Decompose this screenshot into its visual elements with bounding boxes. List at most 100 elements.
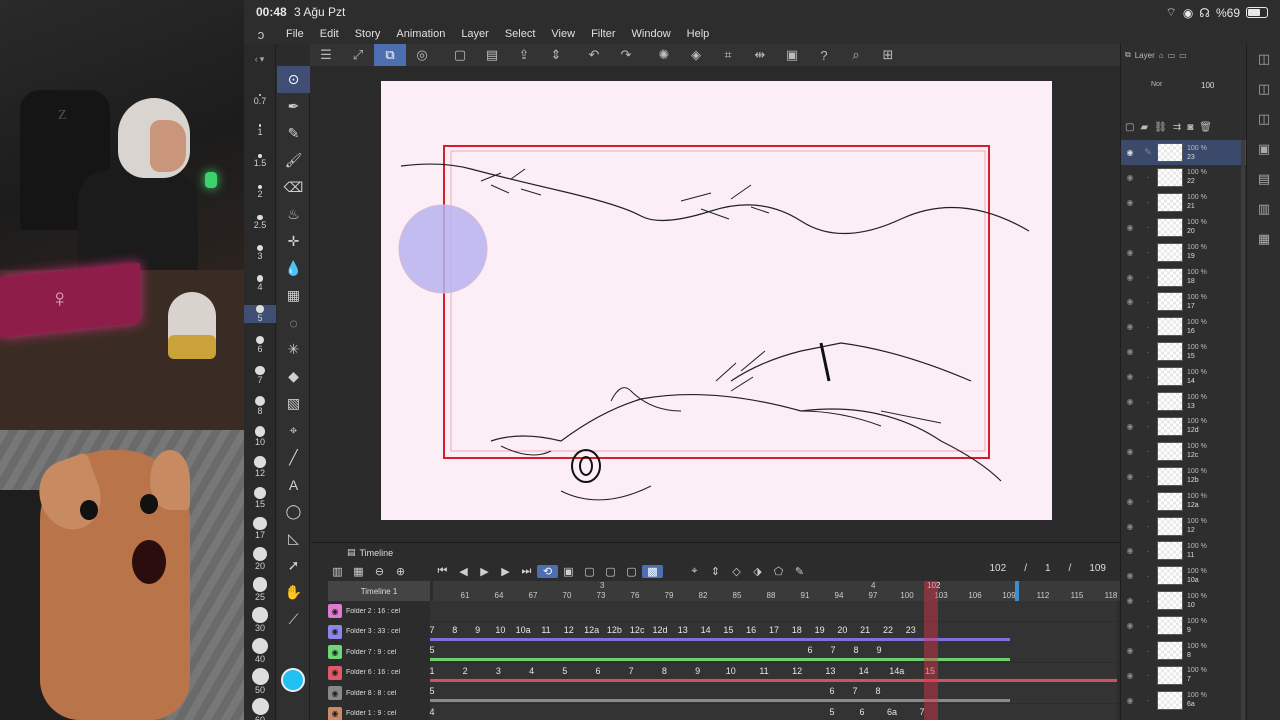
- layer-item[interactable]: ◉ · 100 % 6a: [1121, 688, 1247, 713]
- cel-label[interactable]: 2: [463, 666, 468, 676]
- lock-slot-icon[interactable]: ·: [1139, 372, 1157, 382]
- blend-mode-select[interactable]: Nor: [1151, 81, 1162, 88]
- eye-icon[interactable]: ◉: [328, 686, 342, 700]
- eye-icon[interactable]: ◉: [328, 645, 342, 659]
- track-cells[interactable]: 7 8 9 10 10a 11 12 12a 12b 12c 12d 13 14 15 16 17 18 19 20…: [429, 621, 1117, 642]
- layer-item[interactable]: ◉ · 100 % 20: [1121, 215, 1247, 240]
- lock-slot-icon[interactable]: ·: [1139, 621, 1157, 631]
- cel-label[interactable]: 7: [629, 666, 634, 676]
- eye-icon[interactable]: ◉: [1121, 646, 1139, 655]
- delete-layer-icon[interactable]: 🗑: [1199, 122, 1212, 133]
- brush-size-option[interactable]: 6: [244, 335, 276, 354]
- cel-label[interactable]: 1: [429, 666, 434, 676]
- layer-tab-icon[interactable]: ⧉: [1125, 50, 1131, 60]
- layer-item[interactable]: ◉ · 100 % 22: [1121, 165, 1247, 190]
- track-cells[interactable]: [430, 601, 1117, 621]
- redo-icon[interactable]: ↷: [610, 44, 642, 66]
- timeline-track[interactable]: ◉ Folder 1 : 9 : cel 4 5 6 6a 7: [328, 703, 1120, 720]
- track-cells[interactable]: 5 6 7 8: [429, 683, 1117, 703]
- brush-size-option[interactable]: 15: [244, 486, 276, 509]
- page-manager-icon[interactable]: ▣: [776, 44, 808, 66]
- eye-icon[interactable]: ◉: [1121, 571, 1139, 580]
- last-frame-icon[interactable]: ⏭: [516, 565, 537, 578]
- previous-frame-icon[interactable]: ◀: [453, 565, 474, 578]
- ruler-tool-icon[interactable]: ◺: [277, 525, 310, 552]
- timeline-track[interactable]: ◉ Folder 6 : 16 : cel 1 2 3 4 5 6 7 8 9 10 11 12 13 14 1…: [328, 662, 1120, 683]
- cel-label[interactable]: 6: [807, 645, 812, 655]
- eye-icon[interactable]: ◉: [1121, 248, 1139, 257]
- save-icon[interactable]: ⇪: [508, 44, 540, 66]
- cel-label[interactable]: 6: [595, 666, 600, 676]
- assign-cel-icon[interactable]: ▢: [579, 565, 600, 578]
- menu-help[interactable]: Help: [679, 28, 718, 40]
- timeline-track[interactable]: ◉ Folder 7 : 9 : cel 5 6 7 8 9: [328, 642, 1120, 662]
- layer-tab-label[interactable]: Layer: [1135, 51, 1155, 60]
- brush-size-option[interactable]: 3: [244, 245, 276, 261]
- loading-icon[interactable]: ✺: [648, 44, 680, 66]
- cel-label[interactable]: 10: [726, 666, 736, 676]
- cel-label[interactable]: 12b: [607, 625, 622, 635]
- light-table-icon[interactable]: ◎: [406, 44, 438, 66]
- main-color-swatch[interactable]: [281, 668, 305, 692]
- lock-slot-icon[interactable]: ·: [1139, 496, 1157, 506]
- cel-label[interactable]: 12: [792, 666, 802, 676]
- pencil-tool-icon[interactable]: ✎: [277, 120, 310, 147]
- zoom-in-icon[interactable]: ⊕: [390, 565, 411, 578]
- keyframe-add-icon[interactable]: ◇: [726, 565, 747, 578]
- track-cells[interactable]: 1 2 3 4 5 6 7 8 9 10 11 12 13 14 14a 15: [429, 662, 1117, 683]
- cel-label[interactable]: 9: [876, 645, 881, 655]
- playhead[interactable]: [924, 581, 938, 720]
- cel-label[interactable]: 4: [529, 666, 534, 676]
- open-file-icon[interactable]: ▤: [476, 44, 508, 66]
- cel-icon[interactable]: ▣: [558, 565, 579, 578]
- cel-label[interactable]: 18: [792, 625, 802, 635]
- lock-slot-icon[interactable]: ·: [1139, 646, 1157, 656]
- layer-item[interactable]: ◉ · 100 % 10a: [1121, 563, 1247, 588]
- new-cel-icon[interactable]: ▦: [348, 565, 369, 578]
- mask-icon[interactable]: ◙: [1187, 122, 1193, 133]
- brush-size-option[interactable]: 8: [244, 396, 276, 416]
- text-tool-icon[interactable]: A: [277, 471, 310, 498]
- loop-icon[interactable]: ⟲: [537, 564, 558, 578]
- brush-size-option[interactable]: 17: [244, 516, 276, 540]
- gradient-tool-icon[interactable]: ▧: [277, 390, 310, 417]
- track-cells[interactable]: 5 6 7 8 9: [429, 642, 1117, 662]
- brush-size-option[interactable]: 20: [244, 547, 276, 571]
- cel-label[interactable]: 9: [475, 625, 480, 635]
- airbrush-tool-icon[interactable]: ♨: [277, 201, 310, 228]
- eye-icon[interactable]: ◉: [1121, 397, 1139, 406]
- new-raster-layer-icon[interactable]: ▢: [1125, 122, 1134, 133]
- menu-edit[interactable]: Edit: [312, 28, 347, 40]
- end-frame-marker[interactable]: [1015, 581, 1019, 601]
- menu-file[interactable]: File: [278, 28, 312, 40]
- pen-tool-icon[interactable]: ✒: [277, 93, 310, 120]
- help-icon[interactable]: ?: [808, 44, 840, 66]
- lock-slot-icon[interactable]: ·: [1139, 247, 1157, 257]
- brush-size-option[interactable]: 50: [244, 667, 276, 695]
- sub-view-icon[interactable]: ▣: [1247, 134, 1280, 164]
- eye-icon[interactable]: ◉: [1121, 322, 1139, 331]
- cel-label[interactable]: 13: [825, 666, 835, 676]
- cel-label[interactable]: 7: [830, 645, 835, 655]
- cel-label[interactable]: 23: [906, 625, 916, 635]
- layer-item[interactable]: ◉ · 100 % 10: [1121, 588, 1247, 613]
- layer-item[interactable]: ◉ · 100 % 18: [1121, 265, 1247, 290]
- new-timeline-icon[interactable]: ▥: [327, 565, 348, 578]
- cel-label[interactable]: 7: [429, 625, 434, 635]
- cel-label[interactable]: 19: [815, 625, 825, 635]
- frame-tool-icon[interactable]: ▦: [277, 282, 310, 309]
- layer-item[interactable]: ◉ · 100 % 12d: [1121, 414, 1247, 439]
- cel-label[interactable]: 12a: [584, 625, 599, 635]
- hamburger-menu-icon[interactable]: ☰: [310, 44, 342, 66]
- eye-icon[interactable]: ◉: [328, 706, 342, 720]
- layer-item[interactable]: ◉ · 100 % 12b: [1121, 464, 1247, 489]
- brush-size-option[interactable]: 60: [244, 698, 276, 720]
- layer-item[interactable]: ◉ · 100 % 16: [1121, 314, 1247, 339]
- cel-label[interactable]: 15: [723, 625, 733, 635]
- lock-slot-icon[interactable]: ·: [1139, 421, 1157, 431]
- blend-tool-icon[interactable]: 💧: [277, 255, 310, 282]
- cel-label[interactable]: 4: [429, 707, 434, 717]
- timeline-track[interactable]: ◉ Folder 3 : 33 : cel 7 8 9 10 10a 11 12 12a 12b 12…: [328, 621, 1120, 642]
- cel-label[interactable]: 6a: [887, 707, 897, 717]
- lock-slot-icon[interactable]: ·: [1139, 521, 1157, 531]
